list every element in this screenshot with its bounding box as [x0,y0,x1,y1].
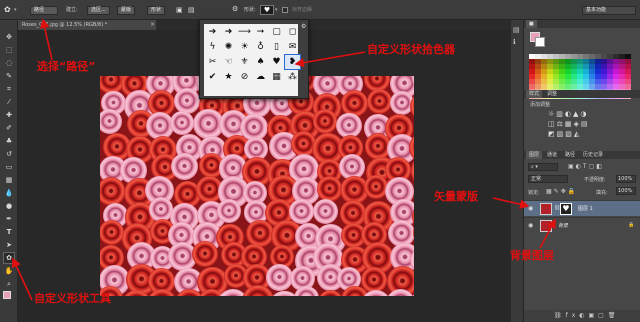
annotation-custom-shape-tool: 自定义形状工具 [34,292,111,305]
arrow-to-shape-tool [12,257,33,301]
annotation-select-path: 选择“路径” [37,60,96,73]
annotation-arrows [12,18,556,301]
arrow-to-mode-select [40,18,53,61]
arrow-to-heart-shape [294,51,366,68]
annotation-vector-mask: 矢量蒙版 [434,190,478,203]
arrow-to-background-layer [539,218,556,249]
annotation-background-layer: 背景图层 [510,249,554,262]
annotation-shape-picker: 自定义形状拾色器 [367,43,455,56]
arrow-to-vector-mask [492,197,530,209]
